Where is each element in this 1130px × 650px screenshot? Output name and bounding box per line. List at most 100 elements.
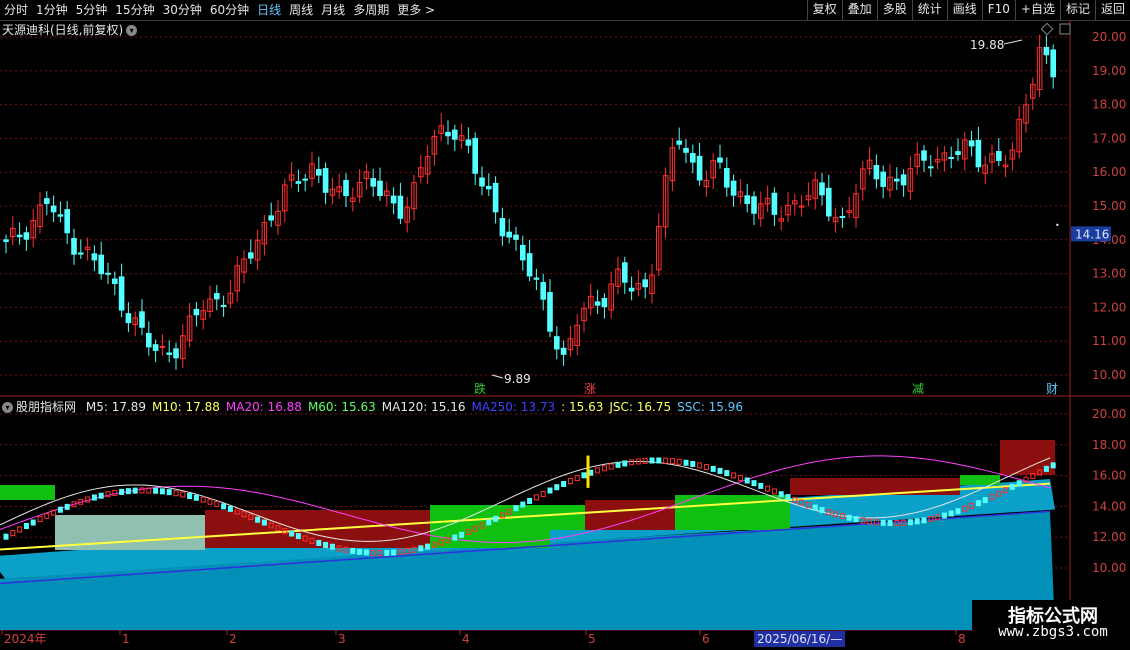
x-axis-label: 2024年 [4,632,47,646]
candle-body [540,282,547,300]
indicator-candle [10,530,16,537]
indicator-candle [91,494,97,501]
indicator-candle [540,490,546,497]
price-tick-label: 13.00 [1092,267,1126,281]
candle-body [146,332,152,348]
candle-body [166,352,172,355]
candle-body [560,347,567,355]
indicator-candle [683,459,689,466]
indicator-candle [295,533,301,540]
indicator-candle [316,539,322,546]
indicator-candle [64,503,70,510]
watermark: 指标公式网 www.zbgs3.com [972,600,1130,646]
candle-body [948,156,955,159]
candle-body [159,345,166,348]
indicator-value: M60: 15.63 [307,400,376,414]
indicator-tick-label: 10.00 [1092,561,1126,575]
indicator-candle [697,462,703,469]
indicator-candle [1043,465,1049,472]
candle-body [71,237,77,255]
indicator-candle [1050,462,1056,469]
candle-body [64,209,71,234]
indicator-value: JSC: 16.75 [609,400,672,414]
candle-body [3,239,9,242]
indicator-candle [547,487,553,494]
indicator-candle [608,463,614,470]
candle-body [839,216,846,219]
indicator-candle [153,487,159,494]
candle-body [1050,49,1057,78]
indicator-candle [690,460,696,467]
high-pointer-line [1003,39,1023,45]
indicator-candle [615,461,621,468]
candle-body [533,277,540,280]
x-axis-label: 2 [229,632,237,646]
candle-body [526,253,533,277]
indicator-block [550,505,585,530]
candle-body [173,348,179,359]
x-axis-label: 1 [122,632,130,646]
candle-body [220,304,227,307]
indicator-candle [629,459,635,466]
candle-body [730,180,737,196]
candle-body [91,253,98,261]
indicator-candle [941,512,947,519]
candle-body [696,155,703,181]
indicator-candle [737,474,743,481]
candle-body [112,278,118,285]
candle-body [751,196,757,214]
candle-body [44,198,50,205]
indicator-candle [520,501,526,508]
candle-body [50,205,57,213]
indicator-candle [601,465,607,472]
candle-body [873,165,880,180]
candle-body [78,252,84,255]
indicator-candle [350,547,356,554]
candle-body [370,178,376,187]
indicator-candle [724,470,730,477]
indicator-candle [785,494,791,501]
price-tick-label: 18.00 [1092,98,1126,112]
indicator-candle [227,505,233,512]
candle-body [16,234,23,238]
candle-body [445,131,451,137]
indicator-candle [778,491,784,498]
indicator-candle [656,457,662,464]
candle-body [343,179,349,197]
diamond-icon [1040,22,1054,36]
indicator-candle [527,497,533,504]
indicator-candle [17,526,23,533]
candle-body [492,182,499,213]
signal-label: 跌 [474,381,486,396]
candle-body [968,140,975,147]
candle-body [152,344,159,351]
candle-body [105,272,111,275]
indicator-candle [717,467,723,474]
indicator-candle [187,493,193,500]
indicator-candle [642,457,648,464]
indicator-candle [649,457,655,464]
candle-body [513,234,519,240]
candle-body [819,182,825,196]
candle-body [295,181,302,184]
candle-body [397,195,404,219]
indicator-candle [581,472,587,479]
candle-body [717,157,723,163]
indicator-candle [513,505,519,512]
kline-chart[interactable]: 20.00 19.00 18.00 17.00 16.00 15.00 14.00 13.00… [0,0,1130,650]
indicator-candle [166,489,172,496]
indicator-candle [23,522,29,529]
price-tick-label: 15.00 [1092,199,1126,213]
chevron-down-icon[interactable]: ▾ [2,402,13,413]
indicator-candle [57,506,63,513]
indicator-candle [112,489,118,496]
candle-body [452,129,458,140]
indicator-candle [758,482,764,489]
indicator-block [0,485,55,500]
candle-body [594,301,601,306]
candle-body [996,151,1002,162]
indicator-candle [561,480,567,487]
indicator-block [585,500,675,530]
candle-body [465,139,472,146]
current-price-label: 14.16 [1075,227,1109,241]
